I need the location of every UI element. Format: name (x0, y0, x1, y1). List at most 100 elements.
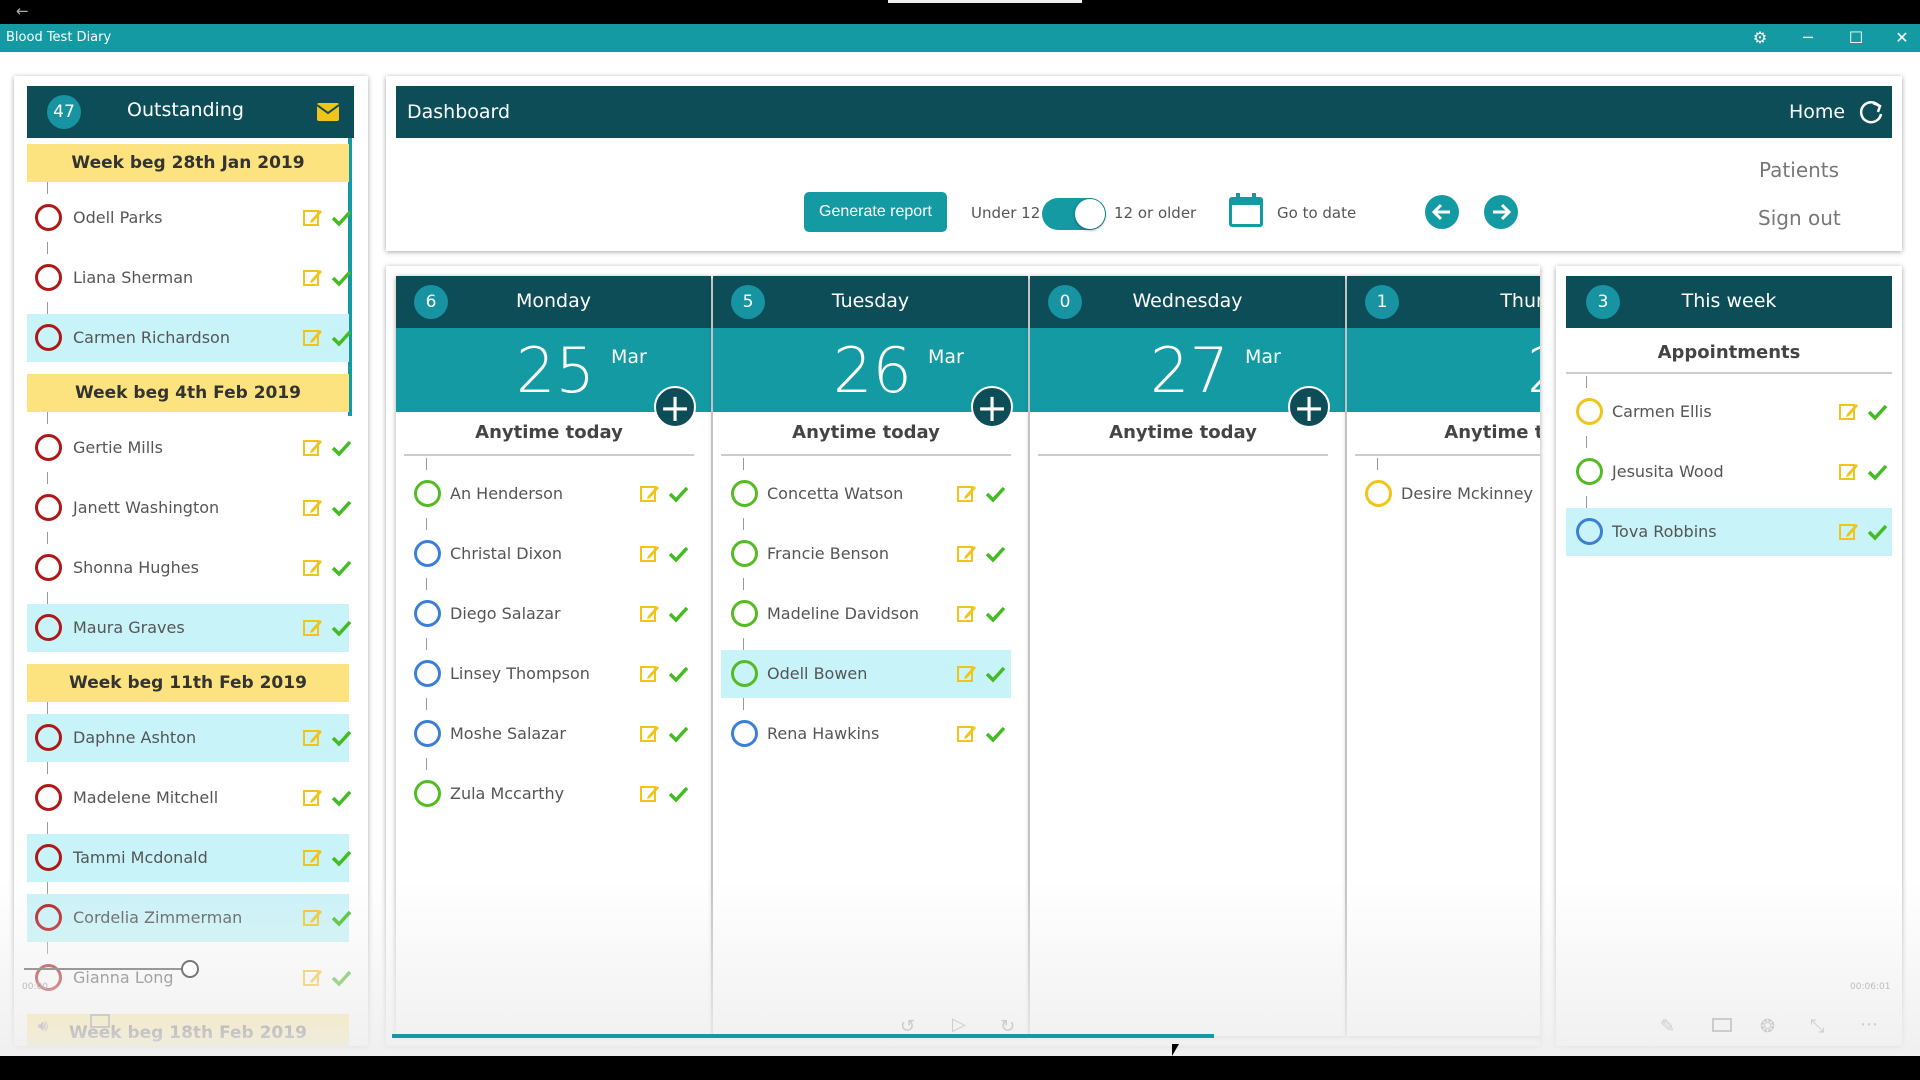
edit-icon[interactable] (1839, 462, 1859, 482)
edit-icon[interactable] (303, 728, 323, 748)
check-icon[interactable] (331, 908, 351, 928)
edit-icon[interactable] (1839, 522, 1859, 542)
miniplayer-icon[interactable] (1712, 1018, 1732, 1032)
back-arrow-icon[interactable]: ← (16, 2, 29, 20)
shrink-icon[interactable]: ⤡ (1810, 1016, 1824, 1037)
appointment-row[interactable]: Rena Hawkins (721, 710, 1011, 758)
outstanding-row[interactable]: Carmen Richardson (27, 314, 351, 362)
edit-icon[interactable] (303, 788, 323, 808)
appointment-row[interactable]: Concetta Watson (721, 470, 1011, 518)
maximize-icon[interactable]: ☐ (1834, 24, 1878, 52)
outstanding-row[interactable]: Maura Graves (27, 604, 351, 652)
check-icon[interactable] (985, 604, 1005, 624)
appointment-row[interactable]: Zula Mccarthy (404, 770, 694, 818)
refresh-icon[interactable] (1859, 99, 1885, 125)
edit-icon[interactable] (303, 208, 323, 228)
captions-icon[interactable] (90, 1014, 110, 1028)
edit-icon[interactable] (640, 724, 660, 744)
this-week-row[interactable]: Tova Robbins (1566, 508, 1892, 556)
rewind-icon[interactable]: ↺ (900, 1016, 915, 1037)
sign-out-link[interactable]: Sign out (1758, 206, 1841, 230)
volume-slider[interactable] (24, 968, 190, 970)
check-icon[interactable] (331, 328, 351, 348)
patients-link[interactable]: Patients (1759, 158, 1839, 182)
calendar-icon[interactable] (1228, 192, 1264, 228)
volume-icon[interactable]: 🔊︎ (38, 1016, 48, 1036)
check-icon[interactable] (668, 664, 688, 684)
more-icon[interactable]: ⋯ (1860, 1014, 1878, 1035)
check-icon[interactable] (668, 544, 688, 564)
appointment-row[interactable]: Christal Dixon (404, 530, 694, 578)
appointment-row[interactable]: An Henderson (404, 470, 694, 518)
edit-icon[interactable] (640, 784, 660, 804)
edit-icon[interactable] (640, 484, 660, 504)
outstanding-row[interactable]: Gertie Mills (27, 424, 351, 472)
home-link[interactable]: Home (1789, 101, 1845, 123)
outstanding-row[interactable]: Tammi Mcdonald (27, 834, 351, 882)
edit-icon[interactable] (957, 484, 977, 504)
appointment-row[interactable]: Linsey Thompson (404, 650, 694, 698)
appointment-row[interactable]: Odell Bowen (721, 650, 1011, 698)
outstanding-row[interactable]: Madelene Mitchell (27, 774, 351, 822)
edit-icon[interactable] (640, 664, 660, 684)
edit-icon[interactable] (303, 968, 323, 988)
check-icon[interactable] (1867, 522, 1887, 542)
check-icon[interactable] (668, 604, 688, 624)
settings-icon[interactable]: ⚙ (1738, 24, 1782, 52)
check-icon[interactable] (331, 788, 351, 808)
edit-icon[interactable] (957, 544, 977, 564)
edit-icon[interactable] (957, 664, 977, 684)
this-week-row[interactable]: Carmen Ellis (1566, 388, 1892, 436)
edit-icon[interactable] (303, 498, 323, 518)
go-to-date-link[interactable]: Go to date (1277, 204, 1356, 222)
play-icon[interactable]: ▷ (952, 1014, 966, 1035)
age-toggle[interactable] (1042, 198, 1106, 230)
appointment-row[interactable]: Moshe Salazar (404, 710, 694, 758)
outstanding-row[interactable]: Janett Washington (27, 484, 351, 532)
edit-icon[interactable] (303, 268, 323, 288)
edit-icon[interactable] (640, 604, 660, 624)
edit-icon[interactable] (957, 604, 977, 624)
check-icon[interactable] (331, 728, 351, 748)
this-week-row[interactable]: Jesusita Wood (1566, 448, 1892, 496)
check-icon[interactable] (668, 484, 688, 504)
appointment-row[interactable]: Diego Salazar (404, 590, 694, 638)
next-arrow-icon[interactable] (1483, 194, 1519, 230)
check-icon[interactable] (331, 558, 351, 578)
check-icon[interactable] (331, 498, 351, 518)
check-icon[interactable] (331, 618, 351, 638)
forward-icon[interactable]: ↻ (1000, 1016, 1015, 1037)
outstanding-row[interactable]: Shonna Hughes (27, 544, 351, 592)
check-icon[interactable] (1867, 402, 1887, 422)
generate-report-button[interactable]: Generate report (804, 192, 947, 232)
check-icon[interactable] (668, 724, 688, 744)
check-icon[interactable] (331, 848, 351, 868)
mail-icon[interactable] (317, 103, 339, 121)
check-icon[interactable] (1867, 462, 1887, 482)
outstanding-row[interactable]: Liana Sherman (27, 254, 351, 302)
volume-slider-handle[interactable] (181, 960, 199, 978)
edit-icon[interactable] (303, 848, 323, 868)
check-icon[interactable] (985, 544, 1005, 564)
check-icon[interactable] (331, 968, 351, 988)
edit-icon[interactable] (303, 618, 323, 638)
check-icon[interactable] (331, 208, 351, 228)
check-icon[interactable] (668, 784, 688, 804)
edit-icon[interactable] (303, 558, 323, 578)
edit-icon[interactable] (957, 724, 977, 744)
edit-icon[interactable] (303, 438, 323, 458)
video-progress-bar[interactable] (392, 1034, 1214, 1038)
minimize-icon[interactable]: ─ (1786, 24, 1830, 52)
check-icon[interactable] (985, 484, 1005, 504)
edit-icon[interactable] (640, 544, 660, 564)
check-icon[interactable] (985, 664, 1005, 684)
previous-arrow-icon[interactable] (1424, 194, 1460, 230)
check-icon[interactable] (331, 268, 351, 288)
pen-icon[interactable]: ✎ (1660, 1016, 1675, 1037)
appointment-row[interactable]: Francie Benson (721, 530, 1011, 578)
outstanding-row[interactable]: Cordelia Zimmerman (27, 894, 351, 942)
appointment-row[interactable]: Desire Mckinney (1355, 470, 1540, 518)
close-icon[interactable]: ✕ (1880, 24, 1920, 52)
check-icon[interactable] (985, 724, 1005, 744)
check-icon[interactable] (331, 438, 351, 458)
